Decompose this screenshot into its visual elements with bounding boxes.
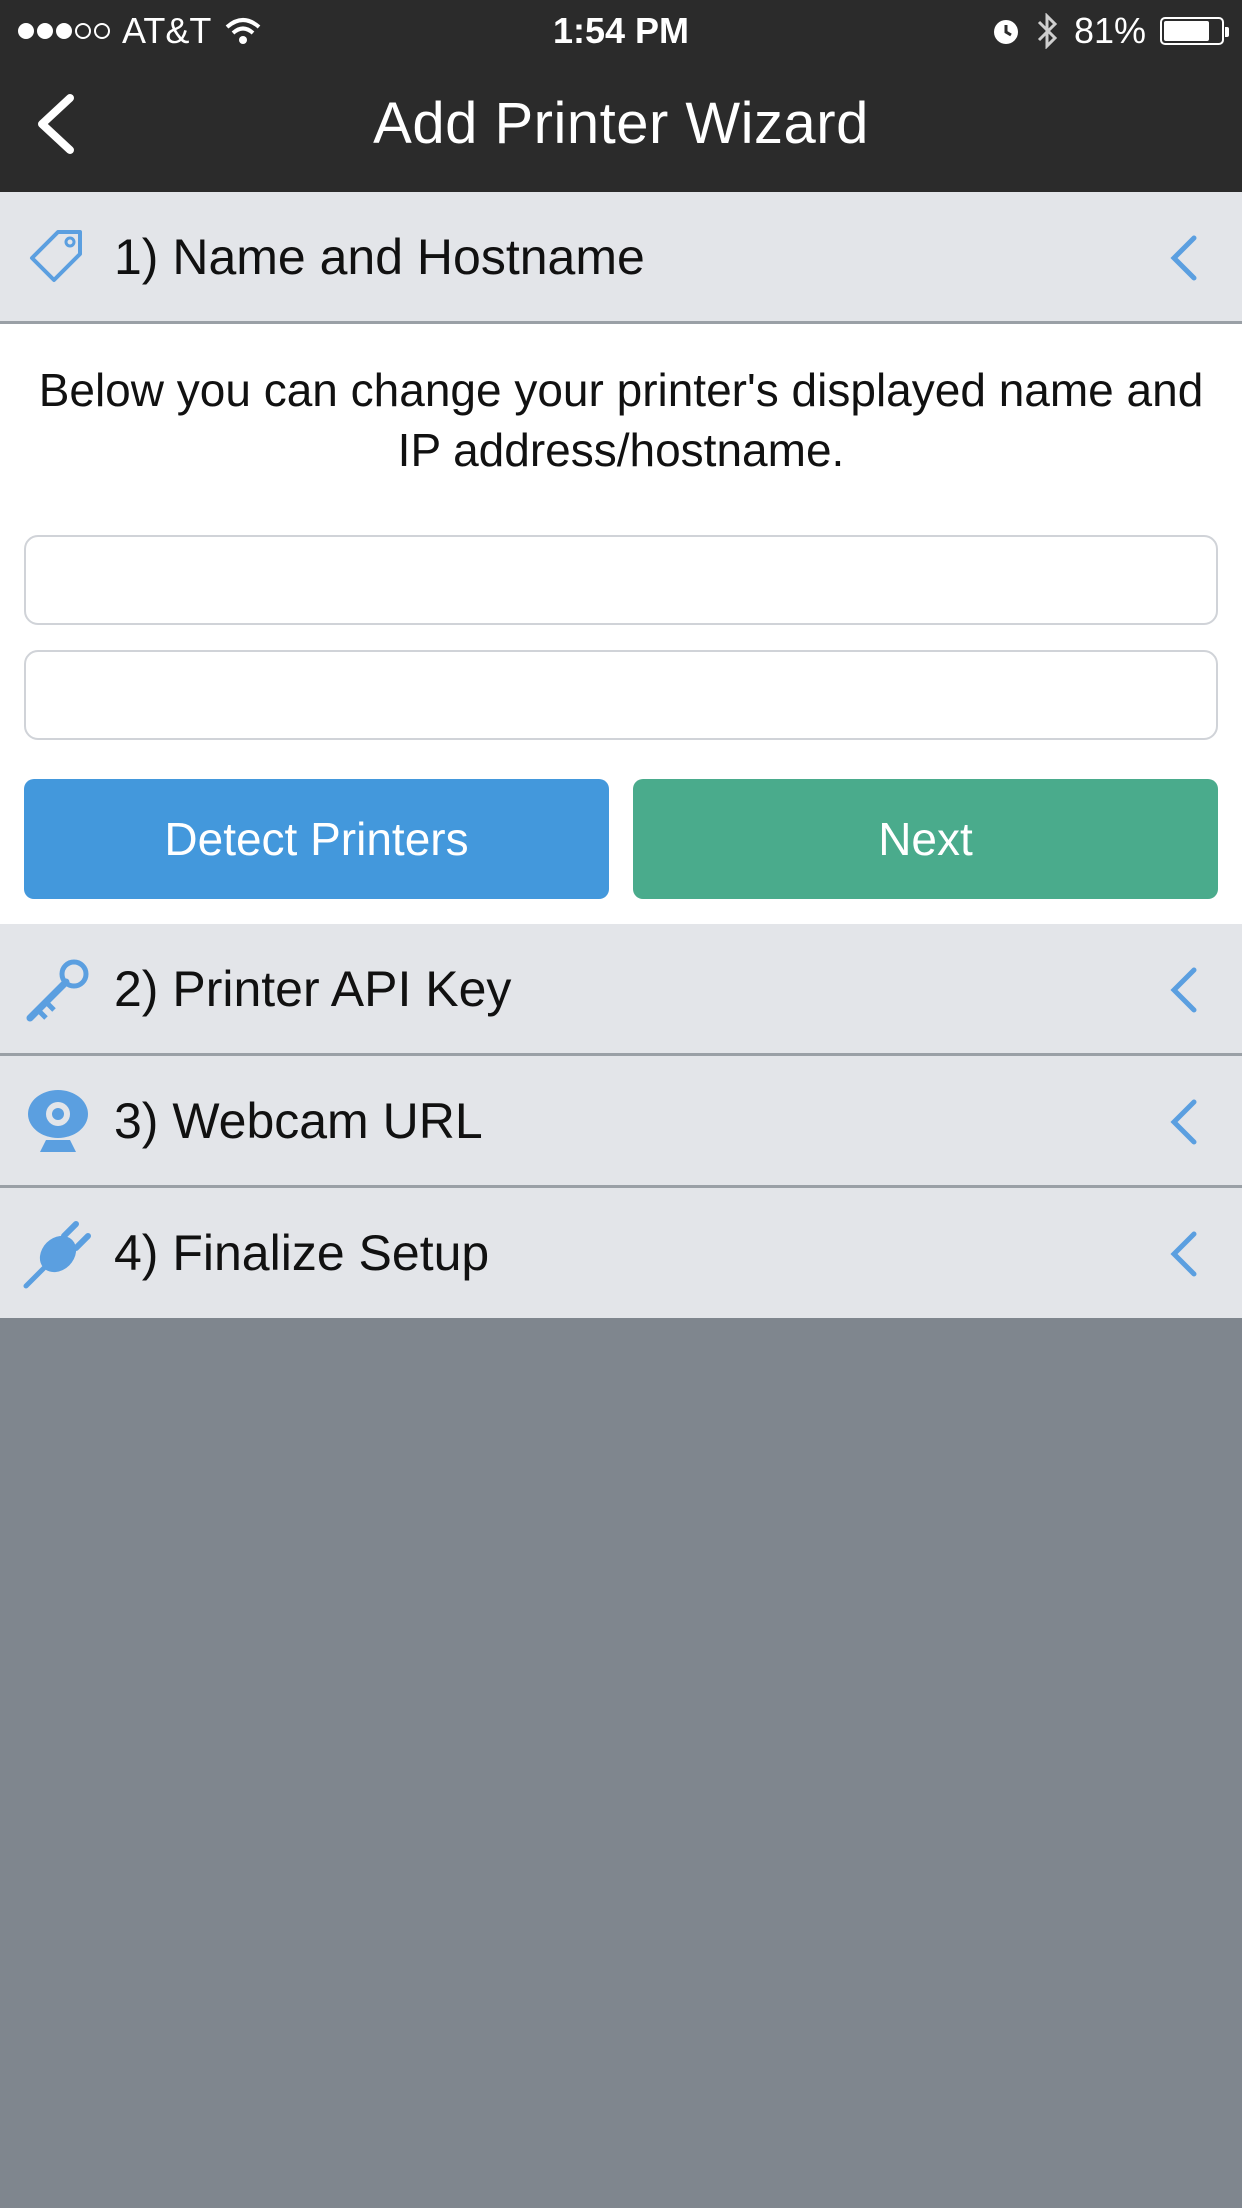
battery-percent: 81% — [1073, 10, 1146, 51]
printer-name-field[interactable] — [24, 535, 1218, 625]
section-webcam-url[interactable]: 3) Webcam URL — [0, 1056, 1242, 1188]
section-label: 2) Printer API Key — [114, 961, 512, 1017]
page-title: Add Printer Wizard — [373, 91, 869, 156]
section-name-and-hostname[interactable]: 1) Name and Hostname — [0, 192, 1242, 324]
status-bar: AT&T 1:54 PM 81% — [0, 0, 1242, 60]
status-right: 81% — [990, 10, 1229, 52]
app-screen: AT&T 1:54 PM 81% Add Printer Wizard 1) N… — [0, 0, 1242, 2208]
section-label: 4) Finalize Setup — [114, 1225, 490, 1281]
key-icon — [26, 959, 89, 1022]
tag-icon — [30, 230, 82, 282]
chevron-left-icon — [1170, 1099, 1197, 1145]
battery-fill — [1164, 21, 1210, 41]
webcam-icon — [28, 1090, 88, 1152]
printer-host-field[interactable] — [24, 650, 1218, 740]
next-button[interactable]: Next — [633, 779, 1218, 899]
nav-bar: Add Printer Wizard — [0, 60, 1242, 192]
chevron-left-icon — [1170, 235, 1197, 281]
battery-icon — [1160, 17, 1229, 45]
section-finalize-setup[interactable]: 4) Finalize Setup — [0, 1188, 1242, 1318]
chevron-left-icon — [1170, 967, 1197, 1013]
alarm-icon — [993, 20, 1018, 44]
detect-printers-button[interactable]: Detect Printers — [24, 779, 609, 899]
empty-backdrop — [0, 1318, 1242, 2208]
chevron-left-icon — [1170, 1231, 1197, 1277]
section-label: 3) Webcam URL — [114, 1093, 483, 1149]
section-printer-api-key[interactable]: 2) Printer API Key — [0, 924, 1242, 1056]
plug-icon — [23, 1221, 91, 1289]
description-text: Below you can change your printer's disp… — [38, 364, 1204, 476]
section-name-and-hostname-body: Below you can change your printer's disp… — [0, 324, 1242, 924]
bluetooth-icon — [1037, 13, 1058, 49]
top-bar: AT&T 1:54 PM 81% Add Printer Wizard — [0, 0, 1242, 192]
section-label: 1) Name and Hostname — [114, 229, 645, 285]
